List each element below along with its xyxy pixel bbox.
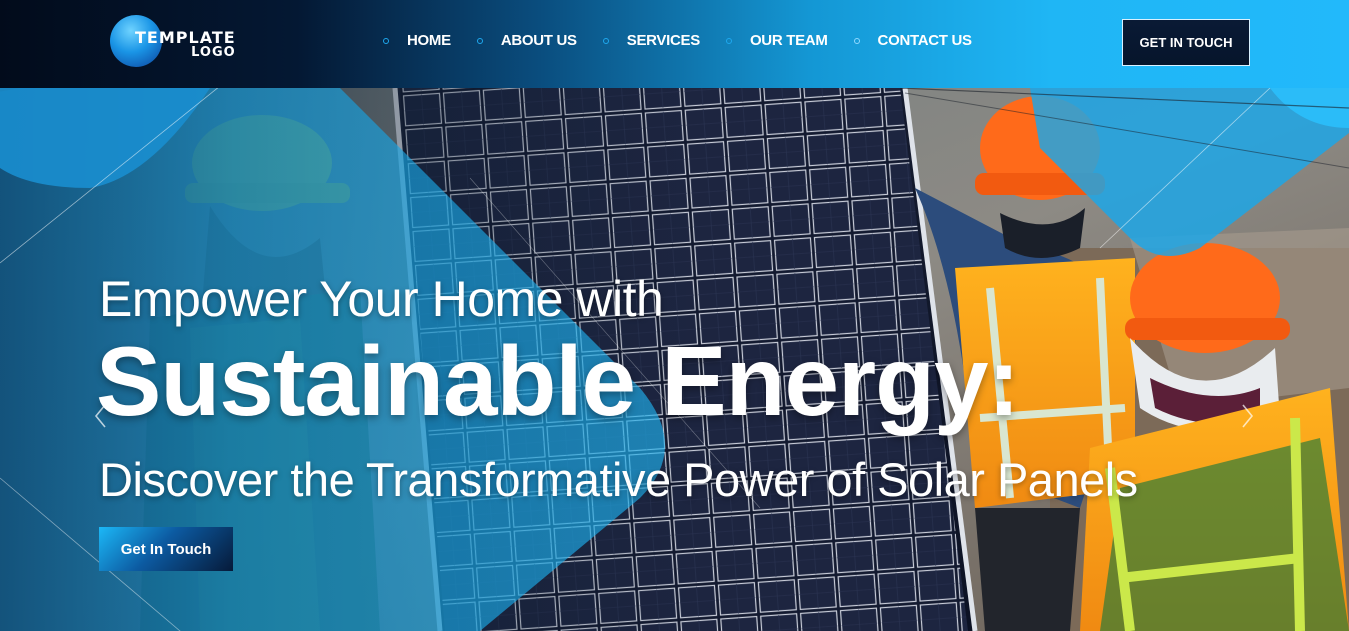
hero-headline-line2: Sustainable Energy: [96, 326, 1020, 436]
nav-bullet-icon [725, 37, 732, 44]
logo-line2: LOGO [191, 45, 236, 60]
hero-headline-line1: Empower Your Home with [99, 271, 664, 327]
logo-text: TEMPLATE LOGO [135, 30, 236, 61]
nav-item-home[interactable]: HOME [383, 32, 451, 49]
chevron-right-icon[interactable] [1241, 402, 1255, 430]
nav-item-our-team[interactable]: OUR TEAM [725, 32, 828, 49]
main-nav: HOME ABOUT US SERVICES OUR TEAM CONTACT … [383, 32, 998, 49]
nav-item-services[interactable]: SERVICES [602, 32, 700, 49]
nav-label: ABOUT US [500, 32, 577, 49]
nav-item-contact-us[interactable]: CONTACT US [853, 32, 973, 49]
nav-label: SERVICES [626, 32, 700, 49]
site-header: TEMPLATE LOGO HOME ABOUT US SERVICES OUR… [0, 0, 1349, 88]
nav-bullet-icon [476, 37, 483, 44]
nav-bullet-icon [853, 37, 860, 44]
nav-label: CONTACT US [877, 32, 973, 49]
nav-item-about-us[interactable]: ABOUT US [476, 32, 577, 49]
get-in-touch-header-button[interactable]: GET IN TOUCH [1122, 19, 1250, 66]
logo[interactable]: TEMPLATE LOGO [110, 15, 235, 70]
chevron-left-icon[interactable] [93, 402, 107, 430]
hero-headline-line3: Discover the Transformative Power of Sol… [99, 453, 1138, 506]
nav-label: HOME [407, 32, 451, 49]
nav-bullet-icon [383, 37, 389, 44]
nav-bullet-icon [602, 37, 609, 44]
nav-label: OUR TEAM [749, 32, 828, 49]
get-in-touch-hero-button[interactable]: Get In Touch [99, 527, 233, 571]
hero-banner: Empower Your Home with Sustainable Energ… [0, 88, 1349, 631]
